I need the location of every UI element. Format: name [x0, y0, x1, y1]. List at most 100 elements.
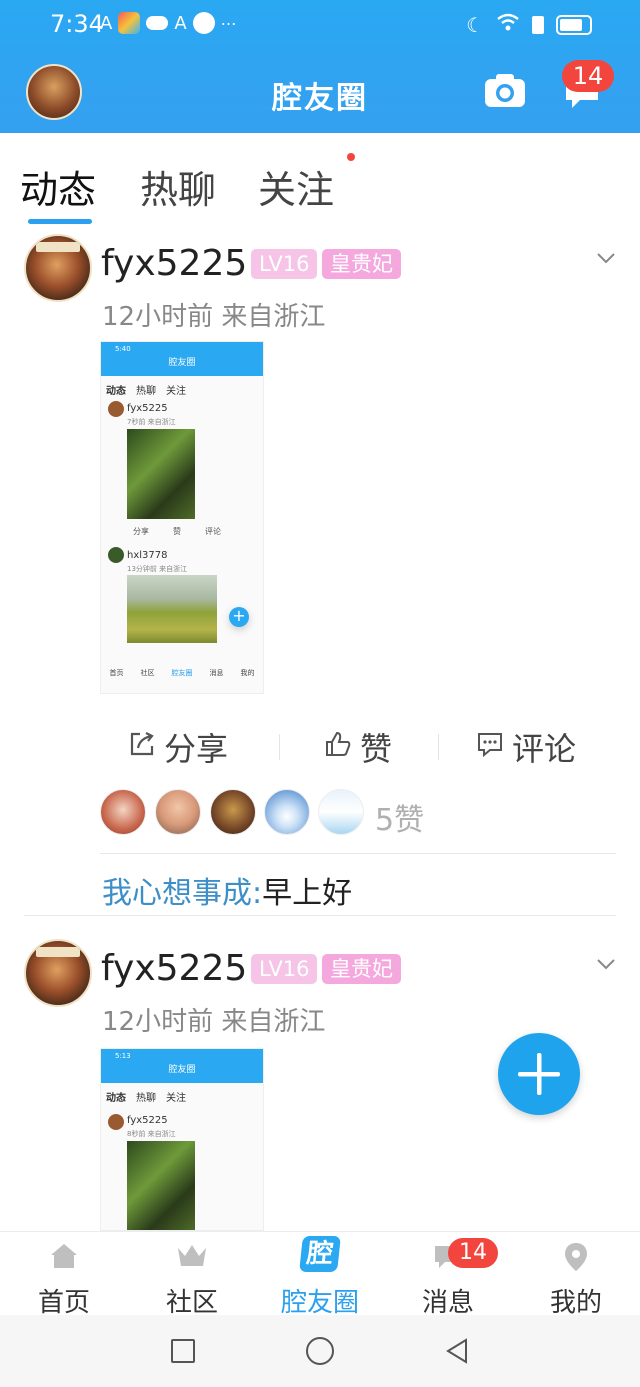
comment-text: 早上好	[262, 876, 353, 911]
image-tab: 热聊	[136, 1093, 156, 1104]
post-actions: 分享 赞 评论	[0, 716, 640, 776]
share-button[interactable]: 分享	[128, 724, 228, 770]
feed-tabs: 动态 热聊 关注	[0, 133, 640, 224]
image-tab: 热聊	[136, 386, 156, 397]
image-meta: 7秒前 来自浙江	[127, 418, 176, 426]
like-count[interactable]: 5赞	[375, 795, 424, 839]
post-meta: 12小时前 来自浙江	[102, 1007, 326, 1037]
comment-button[interactable]: 评论	[476, 724, 576, 770]
comment-label: 评论	[512, 730, 577, 768]
comment[interactable]: 我心想事成:早上好	[102, 868, 352, 912]
post-meta: 12小时前 来自浙江	[102, 302, 326, 332]
nav-home[interactable]: 首页	[0, 1232, 128, 1318]
like-label: 赞	[360, 730, 393, 768]
notification-badge: 14	[448, 1238, 498, 1268]
share-icon	[128, 728, 156, 766]
avatar	[108, 1114, 124, 1130]
add-post-button[interactable]	[498, 1033, 580, 1115]
post-image[interactable]: 5:40 腔友圈 动态 热聊 关注 fyx5225 7秒前 来自浙江 分享 赞 …	[100, 341, 264, 694]
image-username: hxl3778	[127, 550, 168, 561]
image-action: 分享	[133, 527, 149, 536]
notification-badge: 14	[562, 60, 614, 92]
like-button[interactable]: 赞	[324, 724, 392, 770]
moon-icon: ☾	[466, 12, 484, 37]
nav-label: 社区	[165, 1288, 218, 1318]
image-nav-item: 腔友圈	[171, 669, 193, 677]
plus-icon	[518, 1053, 560, 1095]
avatar[interactable]	[100, 789, 146, 835]
image-tab: 关注	[166, 386, 186, 397]
notification-icons: A A ⋯	[100, 12, 237, 34]
tab-dynamic[interactable]: 动态	[20, 159, 96, 214]
image-title: 腔友圈	[168, 1065, 196, 1075]
image-title: 腔友圈	[168, 358, 196, 368]
location-pin-icon	[563, 1242, 589, 1276]
battery-icon	[556, 14, 592, 35]
app-icon	[118, 12, 141, 34]
app-header: 7:34 A A ⋯ ☾ 腔友圈 14	[0, 0, 640, 133]
field-photo	[127, 575, 217, 643]
avatar[interactable]	[24, 939, 92, 1007]
image-username: fyx5225	[127, 403, 168, 414]
nav-community[interactable]: 社区	[128, 1232, 256, 1318]
post-image[interactable]: 5:13 腔友圈 动态 热聊 关注 fyx5225 8秒前 来自浙江	[100, 1048, 264, 1231]
system-icons: ☾	[466, 12, 592, 37]
image-tabs: 动态 热聊 关注	[106, 382, 186, 397]
chevron-down-icon[interactable]	[596, 956, 616, 976]
username[interactable]: fyx5225	[101, 243, 247, 284]
plant-photo	[127, 429, 195, 519]
rank-badge: 皇贵妃	[322, 954, 401, 984]
app-icon	[192, 12, 215, 34]
rank-badge: 皇贵妃	[322, 249, 401, 279]
image-nav-item: 社区	[140, 669, 155, 677]
image-nav-item: 消息	[209, 669, 224, 677]
bottom-nav: 首页 社区 腔 腔友圈 消息 我的	[0, 1231, 640, 1318]
nav-label: 我的	[549, 1288, 602, 1318]
comment-icon	[476, 728, 504, 766]
image-tab: 动态	[106, 386, 126, 397]
image-nav: 首页 社区 腔友圈 消息 我的	[101, 668, 263, 678]
avatar[interactable]	[318, 789, 364, 835]
image-username: fyx5225	[127, 1115, 168, 1126]
nav-label: 消息	[421, 1288, 474, 1318]
page-title: 腔友圈	[272, 81, 368, 116]
image-tab: 关注	[166, 1093, 186, 1104]
recents-button[interactable]	[171, 1339, 195, 1363]
more-icon: ⋯	[220, 13, 237, 33]
image-nav-item: 我的	[240, 669, 255, 677]
divider	[100, 853, 616, 854]
nav-label: 首页	[37, 1288, 90, 1318]
nav-profile[interactable]: 我的	[512, 1232, 640, 1318]
avatar[interactable]	[210, 789, 256, 835]
image-tab: 动态	[106, 1093, 126, 1104]
level-badge: LV16	[251, 954, 318, 984]
comment-user[interactable]: 我心想事成:	[102, 876, 262, 911]
image-time: 5:13	[115, 1052, 131, 1060]
chevron-down-icon[interactable]	[596, 250, 616, 270]
divider	[279, 734, 280, 760]
home-icon	[49, 1242, 79, 1274]
image-time: 5:40	[115, 345, 131, 353]
avatar	[108, 547, 124, 563]
image-action: 评论	[205, 527, 221, 536]
nav-circle[interactable]: 腔 腔友圈	[256, 1232, 384, 1318]
system-nav-bar	[0, 1315, 640, 1387]
username[interactable]: fyx5225	[101, 948, 247, 989]
camera-icon[interactable]	[484, 72, 526, 108]
translate-icon: A	[174, 12, 187, 34]
status-time: 7:34	[50, 10, 104, 38]
tab-following[interactable]: 关注	[258, 159, 334, 214]
home-button[interactable]	[306, 1337, 334, 1365]
level-badge: LV16	[251, 249, 318, 279]
avatar[interactable]	[155, 789, 201, 835]
nav-label: 腔友圈	[280, 1288, 359, 1318]
back-button[interactable]	[444, 1337, 470, 1369]
status-bar: 7:34 A A ⋯ ☾	[0, 0, 640, 50]
plus-icon: +	[229, 607, 249, 627]
avatar[interactable]	[264, 789, 310, 835]
wifi-icon	[496, 12, 520, 37]
tab-hot-chat[interactable]: 热聊	[140, 159, 216, 214]
crown-icon	[175, 1242, 209, 1274]
translate-icon: A	[100, 12, 113, 34]
avatar[interactable]	[24, 234, 92, 302]
